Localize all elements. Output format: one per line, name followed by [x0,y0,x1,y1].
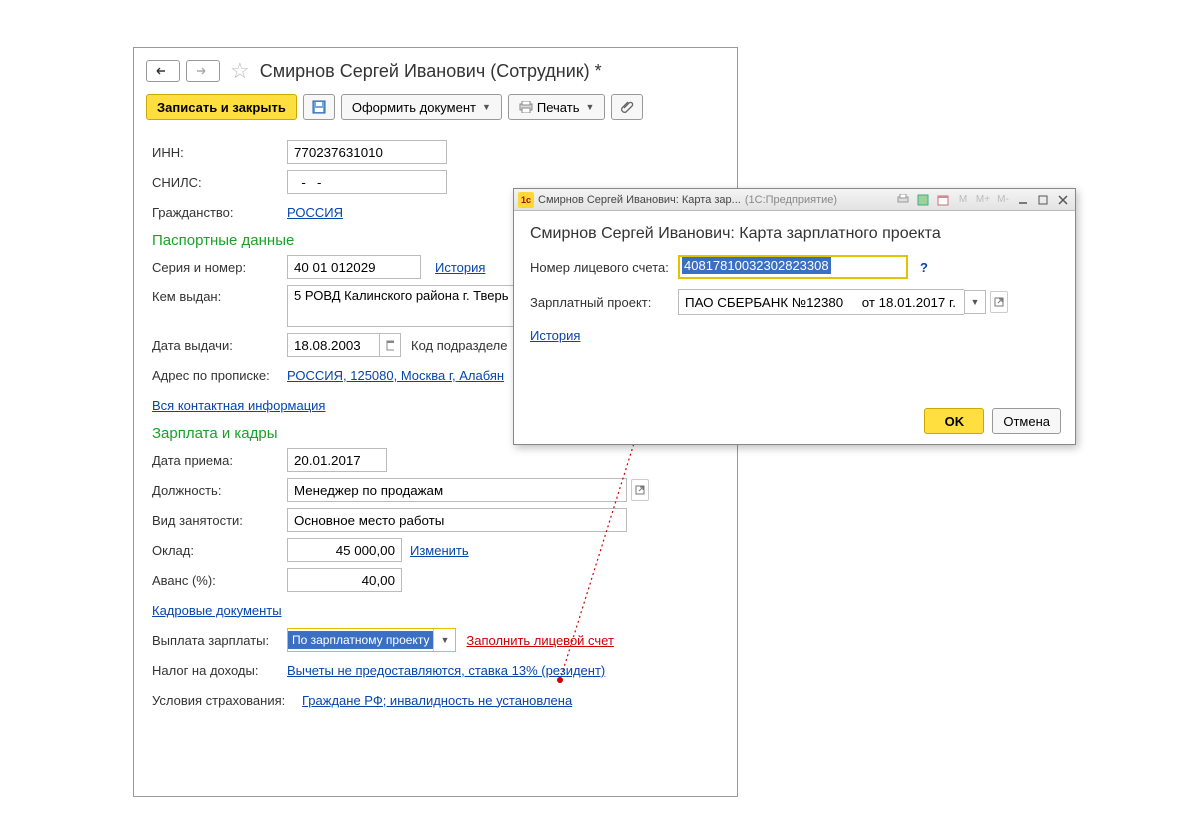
paperclip-icon [620,100,634,114]
address-label: Адрес по прописке: [152,368,287,383]
help-icon[interactable]: ? [920,260,928,275]
popup-history-link[interactable]: История [530,328,580,343]
change-salary-link[interactable]: Изменить [410,543,469,558]
save-and-close-button[interactable]: Записать и закрыть [146,94,297,120]
address-link[interactable]: РОССИЯ, 125080, Москва г, Алабян [287,368,504,383]
issued-by-label: Кем выдан: [152,285,287,304]
payment-method-dropdown[interactable]: По зарплатному проекту ▼ [287,628,456,652]
issue-date-field[interactable] [287,333,379,357]
hire-date-field[interactable] [287,448,387,472]
window-title: Смирнов Сергей Иванович (Сотрудник) * [260,61,602,82]
hr-docs-link[interactable]: Кадровые документы [152,603,282,618]
position-field[interactable] [287,478,627,502]
popup-title-short: Смирнов Сергей Иванович: Карта зар... [538,194,741,206]
cancel-button[interactable]: Отмена [992,408,1061,434]
window-header: ☆ Смирнов Сергей Иванович (Сотрудник) * [134,48,737,88]
serial-label: Серия и номер: [152,260,287,275]
employment-field[interactable] [287,508,627,532]
titlebar-m-minus-button[interactable]: M- [995,192,1011,208]
salary-field[interactable] [287,538,402,562]
employment-label: Вид занятости: [152,513,287,528]
print-label: Печать [537,100,580,115]
account-number-value: 40817810032302823308 [682,257,831,274]
titlebar-maximize-button[interactable] [1035,192,1051,208]
popup-heading: Смирнов Сергей Иванович: Карта зарплатно… [530,225,1059,243]
position-open-button[interactable] [631,479,649,501]
ok-button[interactable]: OK [924,408,984,434]
titlebar-m-plus-button[interactable]: M+ [975,192,991,208]
insurance-label: Условия страхования: [152,693,302,708]
inn-label: ИНН: [152,145,287,160]
popup-title-suffix: (1С:Предприятие) [745,194,837,206]
chevron-down-icon: ▼ [433,629,455,651]
payment-label: Выплата зарплаты: [152,633,287,648]
citizenship-label: Гражданство: [152,205,287,220]
calendar-button[interactable] [379,333,401,357]
issue-date-label: Дата выдачи: [152,338,287,353]
insurance-link[interactable]: Граждане РФ; инвалидность не установлена [302,693,572,708]
fill-account-link[interactable]: Заполнить лицевой счет [466,633,614,648]
project-dropdown-button[interactable]: ▼ [964,290,986,314]
salary-card-popup: 1c Смирнов Сергей Иванович: Карта зар...… [513,188,1076,445]
salary-label: Оклад: [152,543,287,558]
arrow-right-icon [195,66,211,76]
citizenship-link[interactable]: РОССИЯ [287,205,343,220]
printer-icon [519,101,533,113]
floppy-icon [312,100,326,114]
open-icon [635,485,645,495]
chevron-down-icon: ▼ [585,102,594,112]
attachment-button[interactable] [611,94,643,120]
snils-label: СНИЛС: [152,175,287,190]
payment-method-value: По зарплатному проекту [288,631,433,649]
dept-code-label: Код подразделе [411,338,507,353]
arrow-left-icon [155,66,171,76]
passport-history-link[interactable]: История [435,260,485,275]
favorite-star-icon[interactable]: ☆ [230,58,250,84]
create-document-button[interactable]: Оформить документ ▼ [341,94,502,120]
save-button[interactable] [303,94,335,120]
tax-link[interactable]: Вычеты не предоставляются, ставка 13% (р… [287,663,605,678]
app-1c-icon: 1c [518,192,534,208]
open-icon [994,297,1004,307]
popup-titlebar: 1c Смирнов Сергей Иванович: Карта зар...… [514,189,1075,211]
all-contacts-link[interactable]: Вся контактная информация [152,398,325,413]
tax-label: Налог на доходы: [152,663,287,678]
calendar-icon [386,339,394,351]
issued-by-field[interactable] [287,285,535,327]
nav-back-button[interactable] [146,60,180,82]
titlebar-close-button[interactable] [1055,192,1071,208]
popup-footer: OK Отмена [924,408,1061,434]
account-number-field[interactable]: 40817810032302823308 [678,255,908,279]
titlebar-print-icon[interactable] [895,192,911,208]
toolbar: Записать и закрыть Оформить документ ▼ Пе… [134,88,737,130]
position-label: Должность: [152,483,287,498]
inn-field[interactable] [287,140,447,164]
popup-body: Смирнов Сергей Иванович: Карта зарплатно… [514,211,1075,363]
project-open-button[interactable] [990,291,1008,313]
titlebar-calc-icon[interactable] [915,192,931,208]
chevron-down-icon: ▼ [482,102,491,112]
print-button[interactable]: Печать ▼ [508,94,606,120]
titlebar-calendar-icon[interactable] [935,192,951,208]
create-document-label: Оформить документ [352,100,476,115]
titlebar-m-button[interactable]: M [955,192,971,208]
hire-date-label: Дата приема: [152,453,287,468]
salary-project-field[interactable] [678,289,964,315]
passport-serial-field[interactable] [287,255,421,279]
account-number-label: Номер лицевого счета: [530,260,678,275]
snils-field[interactable] [287,170,447,194]
titlebar-minimize-button[interactable] [1015,192,1031,208]
advance-label: Аванс (%): [152,573,287,588]
nav-forward-button[interactable] [186,60,220,82]
salary-project-label: Зарплатный проект: [530,295,678,310]
advance-field[interactable] [287,568,402,592]
